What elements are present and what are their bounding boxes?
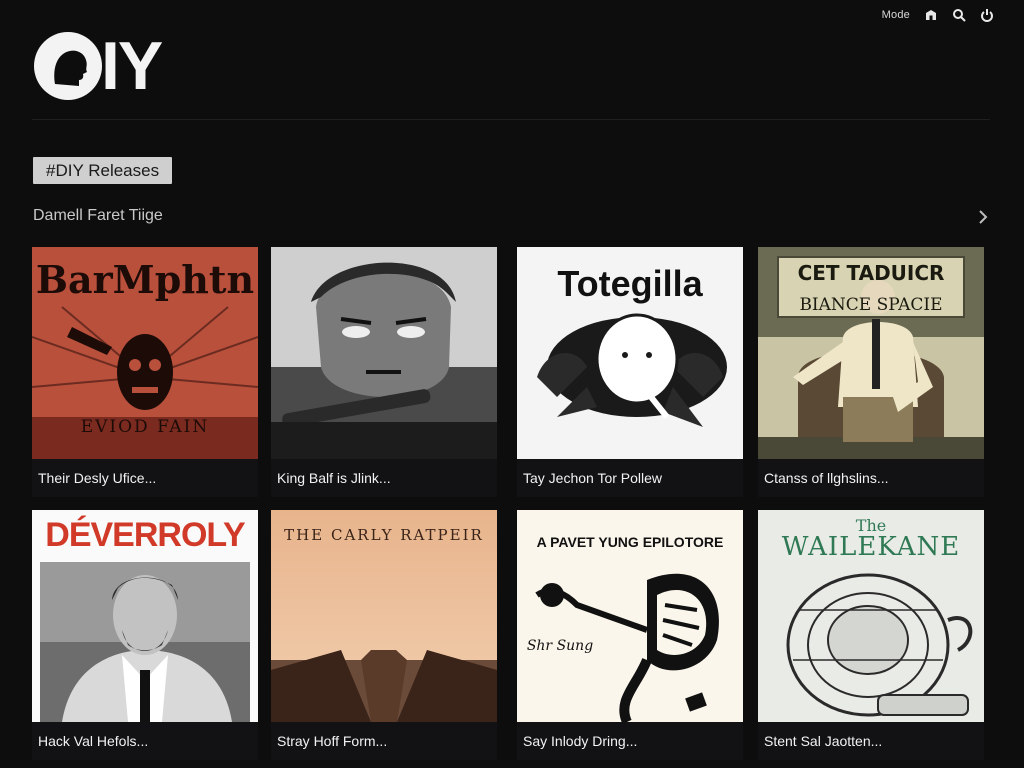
album-art xyxy=(271,247,497,459)
release-card[interactable]: King Balf is Jlink... xyxy=(271,247,497,497)
album-art: THE CARLY RATPEIR xyxy=(271,510,497,722)
release-card[interactable]: The WAILEKANE Stent Sal Jaotten... xyxy=(758,510,984,760)
search-icon[interactable] xyxy=(952,8,966,22)
mode-toggle[interactable]: Mode xyxy=(882,9,910,21)
logo-text: IY xyxy=(101,28,163,104)
album-art: CET TADUICR BIANCE SPACIE xyxy=(758,247,984,459)
release-card[interactable]: BarMphtn EVIOD FAIN Their Desly Ufice... xyxy=(32,247,258,497)
diy-releases-tag[interactable]: #DIY Releases xyxy=(33,157,173,184)
release-card[interactable]: DÉVERROLY Hack Val Hefols... xyxy=(32,510,258,760)
release-card[interactable]: CET TADUICR BIANCE SPACIE Ctanss of llgh… xyxy=(758,247,984,497)
power-icon[interactable] xyxy=(980,8,994,22)
album-art: Totegilla xyxy=(517,247,743,459)
album-art: DÉVERROLY xyxy=(32,510,258,722)
app-logo[interactable]: IY xyxy=(33,28,163,104)
album-art: The WAILEKANE xyxy=(758,510,984,722)
release-card[interactable]: A PAVET YUNG EPILOTORE Shr Sung Say Inlo… xyxy=(517,510,743,760)
header-divider xyxy=(32,119,990,120)
release-card[interactable]: THE CARLY RATPEIR Stray Hoff Form... xyxy=(271,510,497,760)
release-card[interactable]: Totegilla Tay Jechon Tor Pollew xyxy=(517,247,743,497)
release-title: Say Inlody Dring... xyxy=(517,722,743,760)
release-title: Tay Jechon Tor Pollew xyxy=(517,459,743,497)
release-title: Their Desly Ufice... xyxy=(32,459,258,497)
release-title: Hack Val Hefols... xyxy=(32,722,258,760)
release-title: Ctanss of llghslins... xyxy=(758,459,984,497)
section-title: Damell Faret Tiige xyxy=(33,207,163,224)
top-bar: Mode xyxy=(882,8,994,22)
store-icon[interactable] xyxy=(924,8,938,22)
release-title: Stray Hoff Form... xyxy=(271,722,497,760)
album-art: A PAVET YUNG EPILOTORE Shr Sung xyxy=(517,510,743,722)
release-title: King Balf is Jlink... xyxy=(271,459,497,497)
head-silhouette-logo-icon xyxy=(34,32,102,100)
album-art: BarMphtn EVIOD FAIN xyxy=(32,247,258,459)
release-title: Stent Sal Jaotten... xyxy=(758,722,984,760)
chevron-right-icon[interactable] xyxy=(976,208,990,226)
